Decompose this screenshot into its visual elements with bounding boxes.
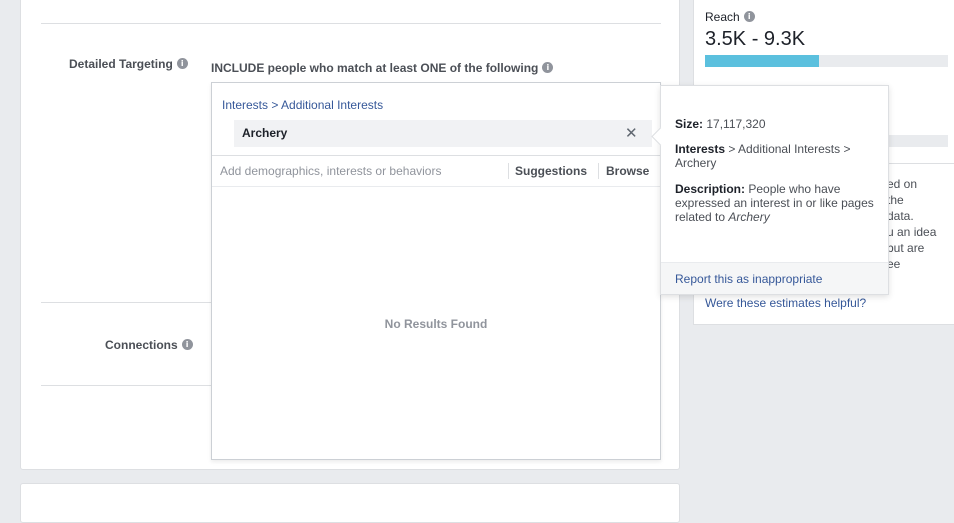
close-icon[interactable]: ✕ <box>625 126 638 141</box>
reach-description-line: ee <box>887 257 901 271</box>
report-inappropriate-link[interactable]: Report this as inappropriate <box>675 272 822 286</box>
reach-bar <box>705 55 948 67</box>
targeting-picker: Interests > Additional Interests Archery… <box>211 82 661 460</box>
estimates-helpful-link[interactable]: Were these estimates helpful? <box>705 296 866 310</box>
reach-value: 3.5K - 9.3K <box>705 28 806 50</box>
section-divider-top <box>41 23 661 24</box>
connections-label: Connections <box>105 338 178 352</box>
browse-button[interactable]: Browse <box>606 164 649 178</box>
reach-bar-fill <box>705 55 820 67</box>
include-row: INCLUDE people who match at least ONE of… <box>211 59 554 77</box>
interest-path: Interests > Additional Interests > Arche… <box>675 142 875 170</box>
report-bar: Report this as inappropriate <box>661 262 888 294</box>
description-label: Description: <box>675 182 746 196</box>
info-icon[interactable]: i <box>181 339 193 351</box>
reach-description-line: u an idea <box>887 225 937 239</box>
include-instruction: INCLUDE people who match at least ONE of… <box>211 61 539 75</box>
interest-details-tooltip: Size: 17,117,320 Interests > Additional … <box>651 85 889 295</box>
targeting-search-input[interactable] <box>220 162 505 180</box>
audience-size: Size: 17,117,320 <box>675 117 875 131</box>
tab-separator <box>598 163 599 179</box>
info-icon[interactable]: i <box>542 62 554 74</box>
connections-label-row: Connections i <box>105 336 193 354</box>
reach-description: ed on the data. u an idea but are ee <box>887 176 954 272</box>
category-breadcrumb[interactable]: Interests > Additional Interests <box>222 98 383 112</box>
detailed-targeting-label-row: Detailed Targeting i <box>69 55 188 73</box>
selected-interest-label: Archery <box>242 126 288 140</box>
tab-separator <box>508 163 509 179</box>
next-section-card <box>20 483 680 523</box>
reach-description-line: ed on <box>887 177 918 191</box>
size-label: Size: <box>675 117 704 131</box>
selected-interest-chip: Archery ✕ <box>234 120 652 147</box>
detailed-targeting-label: Detailed Targeting <box>69 57 173 71</box>
secondary-bar <box>887 135 948 147</box>
interest-description: Description: People who have expressed a… <box>675 182 875 224</box>
reach-label: Reach <box>705 10 740 24</box>
reach-description-line: but are <box>887 241 925 255</box>
size-value: 17,117,320 <box>706 117 766 131</box>
reach-description-line: data. <box>887 209 914 223</box>
targeting-search-row: Suggestions Browse <box>212 155 660 187</box>
interest-path-category: Interests <box>675 142 726 156</box>
no-results-message: No Results Found <box>384 317 488 331</box>
suggestions-button[interactable]: Suggestions <box>515 164 587 178</box>
info-icon[interactable]: i <box>176 58 188 70</box>
reach-label-row: Reach i <box>705 8 755 26</box>
description-topic: Archery <box>728 210 770 224</box>
info-icon[interactable]: i <box>743 11 755 23</box>
reach-description-line: the <box>887 193 904 207</box>
